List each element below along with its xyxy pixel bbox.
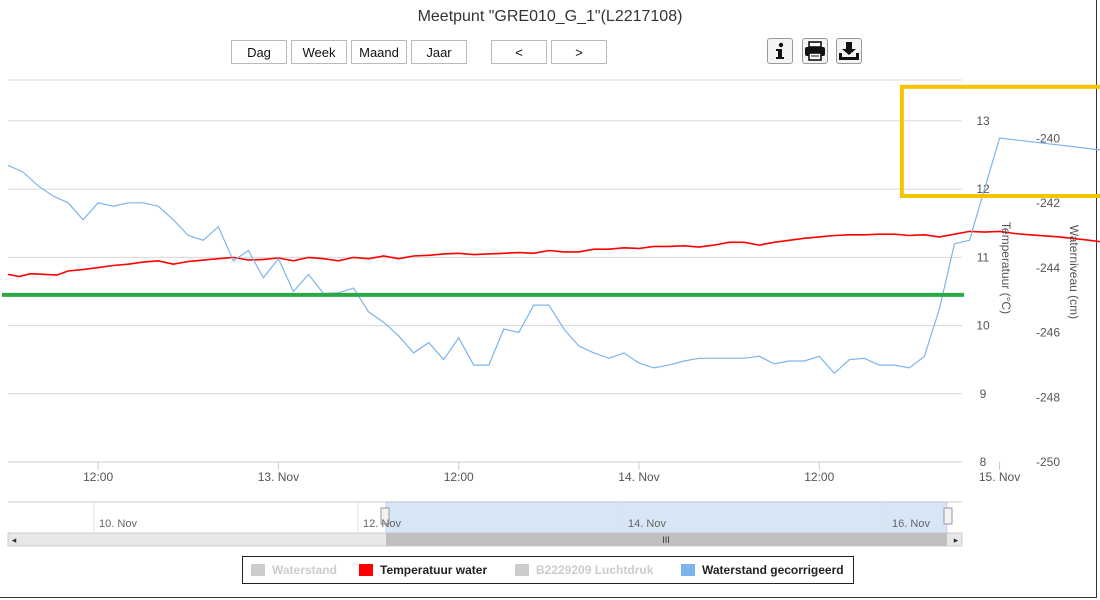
x-tick-label: 12:00 [444, 470, 474, 484]
highlight-box [899, 84, 1100, 198]
navigator-selection[interactable] [385, 501, 948, 534]
y-right-tick-label: -250 [1036, 455, 1060, 469]
legend-swatch [681, 564, 695, 576]
series-lines [7, 137, 1100, 375]
y-axis-right-label: Waterniveau (cm) [1067, 225, 1081, 319]
x-tick-label: 13. Nov [258, 470, 299, 484]
legend-label: Temperatuur water [380, 563, 488, 577]
y-axis-right-ticks: -240-242-244-246-248-250 [1036, 131, 1060, 469]
legend-item[interactable]: Waterstand [251, 563, 337, 577]
navigator-date-label: 12. Nov [363, 518, 401, 530]
legend-swatch [515, 564, 529, 576]
legend-label: Waterstand [272, 563, 337, 577]
legend-label: B2229209 Luchtdruk [536, 563, 654, 577]
y-left-tick-label: 9 [980, 387, 987, 401]
x-tick-label: 12:00 [804, 470, 834, 484]
y-right-tick-label: -246 [1036, 326, 1060, 340]
navigator-handle-right[interactable] [943, 507, 953, 525]
scroll-left-arrow-icon[interactable]: ◂ [12, 535, 17, 545]
y-left-tick-label: 10 [976, 319, 990, 333]
scrollbar-grip-icon: III [662, 535, 670, 545]
legend-item[interactable]: B2229209 Luchtdruk [515, 563, 653, 577]
navigator-date-label: 14. Nov [628, 518, 666, 530]
chart-legend: Waterstand Temperatuur water B2229209 Luch… [242, 556, 854, 584]
y-left-tick-label: 8 [980, 455, 987, 469]
y-axis-left-ticks: 8910111213 [976, 114, 990, 469]
y-axis-left-label: Temperatuur (°C) [999, 222, 1013, 314]
line-chart: 12:0013. Nov12:0014. Nov12:0015. Nov12:0… [2, 79, 1100, 547]
legend-item[interactable]: Temperatuur water [359, 563, 487, 577]
x-axis-ticks: 12:0013. Nov12:0014. Nov12:0015. Nov12:0… [83, 462, 1020, 484]
x-tick-label: 12:00 [83, 470, 113, 484]
scroll-right-arrow-icon[interactable]: ▸ [954, 535, 959, 545]
y-left-tick-label: 11 [977, 250, 990, 264]
x-tick-label: 14. Nov [618, 470, 659, 484]
legend-item[interactable]: Waterstand gecorrigeerd [681, 563, 844, 577]
legend-label: Waterstand gecorrigeerd [702, 563, 844, 577]
series-line-temperature [7, 230, 1100, 278]
y-right-tick-label: -248 [1036, 390, 1060, 404]
navigator-date-label: 16. Nov [892, 518, 930, 530]
navigator-date-label: 10. Nov [99, 518, 137, 530]
x-tick-label: 15. Nov [979, 470, 1020, 484]
navigator[interactable]: 10. Nov 12. Nov 14. Nov 16. Nov III ◂ ▸ [7, 501, 963, 547]
y-right-tick-label: -242 [1036, 196, 1060, 210]
annotations [2, 84, 1100, 297]
y-left-tick-label: 13 [976, 114, 990, 128]
y-right-tick-label: -244 [1036, 261, 1060, 275]
gridlines [8, 79, 962, 463]
legend-swatch [359, 564, 373, 576]
series-line-water-level [7, 137, 1100, 375]
legend-swatch [251, 564, 265, 576]
